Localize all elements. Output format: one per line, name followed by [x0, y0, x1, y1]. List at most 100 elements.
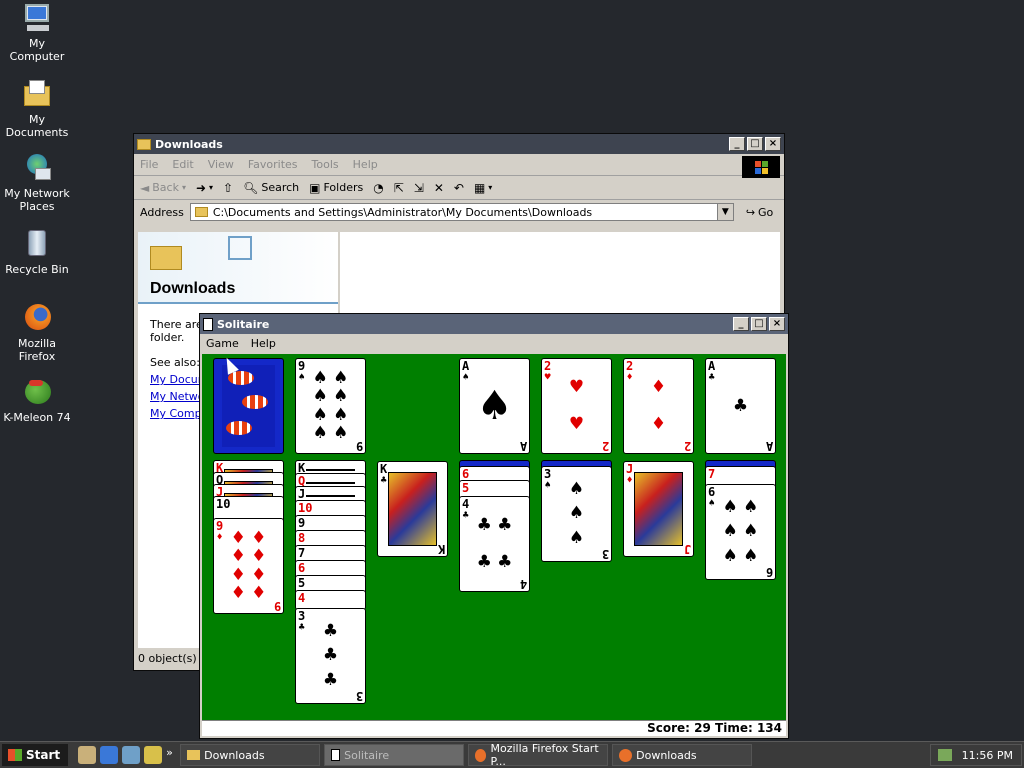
outlook-express-icon[interactable] — [122, 746, 141, 764]
tableau-2-top-card[interactable]: 3 ♣ ♣ ♣ ♣ 3 — [295, 608, 366, 704]
solitaire-app-icon — [331, 749, 341, 761]
network-tray-icon[interactable] — [937, 749, 952, 761]
recycle-bin-icon — [21, 228, 53, 260]
chevron-down-icon: ▾ — [209, 183, 214, 192]
task-pane-title: Downloads — [150, 280, 236, 297]
taskbar: Start » Downloads Solitaire Mozilla Fire… — [0, 741, 1024, 768]
computer-icon — [21, 2, 53, 34]
maximize-button[interactable]: □ — [747, 137, 763, 151]
solitaire-titlebar[interactable]: Solitaire _ □ × — [200, 314, 788, 334]
back-button[interactable]: ◄ Back ▾ — [140, 181, 186, 195]
window-title: Solitaire — [217, 317, 270, 331]
tableau-7-top-card[interactable]: 6 ♠ ♠ ♠ ♠ ♠ ♠ ♠ 6 — [705, 484, 776, 580]
tableau-1-top-card[interactable]: 9 ♦ ♦ ♦ ♦ ♦ ♦ ♦ ♦ ♦ 9 — [213, 518, 284, 614]
clock[interactable]: 11:56 PM — [962, 749, 1013, 762]
up-folder-icon: ⇧ — [223, 180, 234, 195]
address-input[interactable]: C:\Documents and Settings\Administrator\… — [189, 203, 734, 221]
close-button[interactable]: × — [765, 137, 781, 151]
task-solitaire[interactable]: Solitaire — [324, 744, 465, 766]
copy-to-button[interactable]: ⇲ — [414, 181, 424, 195]
start-button[interactable]: Start — [2, 744, 69, 766]
task-pane-banner: Downloads — [138, 232, 338, 304]
address-label: Address — [140, 205, 184, 219]
close-button[interactable]: × — [769, 317, 785, 331]
solitaire-window[interactable]: Solitaire _ □ × Game Help 9 ♠ ♠ ♠ ♠ ♠ ♠ ♠ ♠ ♠ 9 … — [199, 313, 789, 739]
back-arrow-icon: ◄ — [140, 180, 150, 195]
foundation-4[interactable]: A ♣ ♣ A — [705, 358, 776, 454]
search-icon[interactable] — [144, 746, 163, 764]
desktop-icon-recycle-bin[interactable]: Recycle Bin — [0, 228, 74, 276]
menu-view[interactable]: View — [208, 158, 234, 171]
window-title: Downloads — [155, 137, 223, 151]
chevron-down-icon: ▾ — [181, 183, 186, 192]
tableau-4-top-card[interactable]: 4 ♣ ♣ ♣ ♣ ♣ 4 — [459, 496, 530, 592]
score-status-bar: Score: 29 Time: 134 — [202, 720, 786, 736]
views-icon: ▦ — [473, 180, 486, 195]
copy-to-icon: ⇲ — [413, 180, 424, 195]
views-button[interactable]: ▦ ▾ — [474, 181, 492, 195]
tableau-6-top-card[interactable]: J ♦ J — [623, 461, 694, 557]
delete-button[interactable]: ✕ — [434, 181, 444, 195]
card-table[interactable]: 9 ♠ ♠ ♠ ♠ ♠ ♠ ♠ ♠ ♠ 9 A ♠ ♠ A 2 ♥ ♥ ♥ 2 2 ♦ ♦ ♦ 2 A ♣ … — [202, 354, 786, 720]
history-button[interactable]: ◔ — [373, 181, 383, 195]
firefox-icon — [619, 748, 633, 762]
menu-favorites[interactable]: Favorites — [248, 158, 298, 171]
show-desktop-icon[interactable] — [78, 746, 97, 764]
desktop-icon-label: Recycle Bin — [5, 263, 69, 276]
folder-icon — [137, 138, 151, 150]
address-value: C:\Documents and Settings\Administrator\… — [212, 205, 593, 219]
maximize-button[interactable]: □ — [751, 317, 767, 331]
desktop-icon-label: My Computer — [9, 37, 65, 63]
menu-game[interactable]: Game — [206, 337, 239, 350]
task-downloads-firefox[interactable]: Downloads — [612, 744, 753, 766]
address-bar: Address C:\Documents and Settings\Admini… — [134, 200, 784, 224]
minimize-button[interactable]: _ — [733, 317, 749, 331]
network-icon — [21, 152, 53, 184]
task-downloads[interactable]: Downloads — [180, 744, 321, 766]
task-firefox[interactable]: Mozilla Firefox Start P... — [468, 742, 609, 768]
standard-toolbar: ◄ Back ▾ ➜ ▾ ⇧ 🔍︎ Search ▣ Folders ◔ ⇱ ⇲… — [134, 176, 784, 200]
menu-help[interactable]: Help — [251, 337, 276, 350]
tableau-2-card[interactable]: 4 — [295, 590, 366, 610]
internet-explorer-icon[interactable] — [100, 746, 119, 764]
tableau-3-top-card[interactable]: K ♣ K — [377, 461, 448, 557]
folder-icon — [21, 78, 53, 110]
desktop-icon-my-computer[interactable]: My Computer — [0, 2, 74, 63]
windows-logo-icon — [742, 156, 780, 178]
stock-pile[interactable] — [213, 358, 284, 454]
menu-edit[interactable]: Edit — [172, 158, 193, 171]
folder-icon — [150, 246, 182, 270]
minimize-button[interactable]: _ — [729, 137, 745, 151]
undo-button[interactable]: ↶ — [454, 181, 464, 195]
solitaire-app-icon — [203, 317, 213, 331]
forward-button[interactable]: ➜ ▾ — [196, 181, 213, 195]
go-button[interactable]: ↪ Go — [746, 206, 773, 219]
address-dropdown-button[interactable]: ▼ — [716, 204, 733, 220]
folders-button[interactable]: ▣ Folders — [309, 181, 363, 195]
firefox-icon — [21, 302, 53, 334]
go-arrow-icon: ↪ — [745, 205, 756, 219]
foundation-3[interactable]: 2 ♦ ♦ ♦ 2 — [623, 358, 694, 454]
kmeleon-icon — [21, 376, 53, 408]
move-to-button[interactable]: ⇱ — [394, 181, 404, 195]
menu-help[interactable]: Help — [353, 158, 378, 171]
desktop-icon-firefox[interactable]: Mozilla Firefox — [0, 302, 74, 363]
history-icon: ◔ — [373, 180, 384, 195]
foundation-2[interactable]: 2 ♥ ♥ ♥ 2 — [541, 358, 612, 454]
menu-tools[interactable]: Tools — [312, 158, 339, 171]
up-folder-button[interactable]: ⇧ — [223, 181, 233, 195]
waste-card[interactable]: 9 ♠ ♠ ♠ ♠ ♠ ♠ ♠ ♠ ♠ 9 — [295, 358, 366, 454]
desktop-icon-my-documents[interactable]: My Documents — [0, 78, 74, 139]
status-bar: 0 object(s) — [138, 652, 197, 665]
explorer-titlebar[interactable]: Downloads _ □ × — [134, 134, 784, 154]
menu-file[interactable]: File — [140, 158, 158, 171]
desktop-icon-network-places[interactable]: My Network Places — [0, 152, 74, 213]
windows-flag-icon — [8, 749, 22, 761]
tableau-5-top-card[interactable]: 3 ♠ ♠ ♠ ♠ 3 — [541, 466, 612, 562]
firefox-icon — [475, 748, 487, 762]
card-back-fish-design — [222, 365, 275, 447]
chevron-right-icon[interactable]: » — [166, 746, 176, 764]
foundation-1[interactable]: A ♠ ♠ A — [459, 358, 530, 454]
search-button[interactable]: 🔍︎ Search — [243, 181, 299, 195]
desktop-icon-kmeleon[interactable]: K-Meleon 74 — [0, 376, 74, 424]
